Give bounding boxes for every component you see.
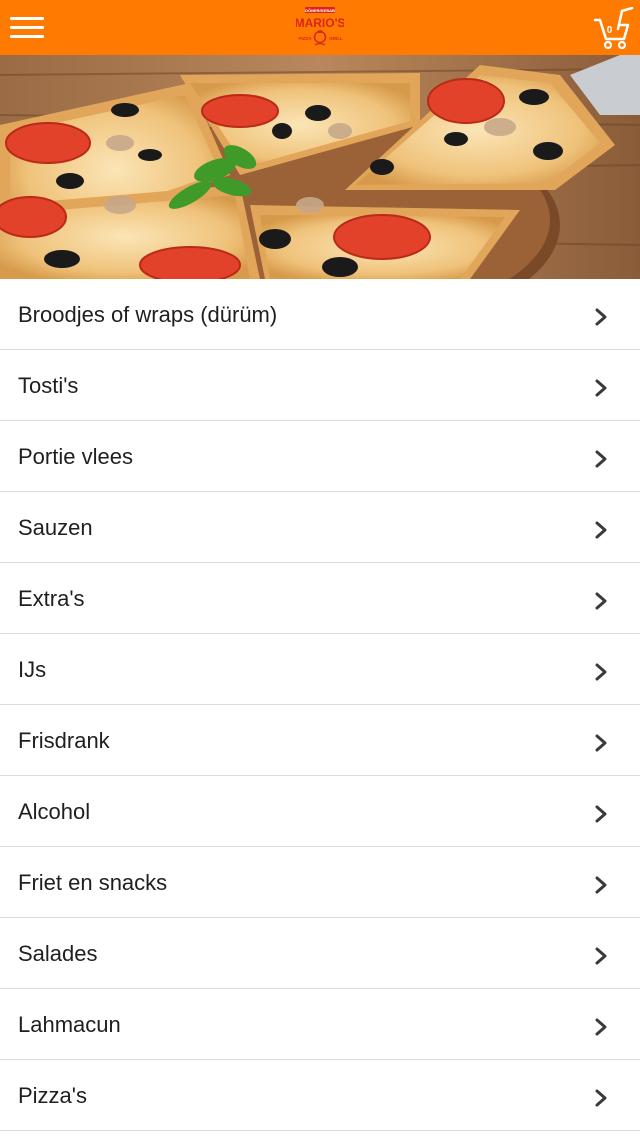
category-label: IJs	[18, 657, 47, 682]
svg-text:DÖNER/KEBAB: DÖNER/KEBAB	[305, 8, 335, 13]
category-list: Broodjes of wraps (dürüm) Tosti's Portie…	[0, 279, 640, 1131]
marios-logo[interactable]: DÖNER/KEBAB MARIO'S PIZZA GRILL	[296, 6, 344, 50]
category-item[interactable]: Portie vlees	[0, 421, 640, 492]
chevron-right-icon	[595, 1089, 607, 1107]
chef-icon	[313, 30, 327, 44]
svg-text:PIZZA: PIZZA	[299, 36, 313, 41]
category-label: Salades	[18, 941, 98, 966]
hero-banner-pizza-photo	[0, 55, 640, 279]
chevron-right-icon	[595, 1018, 607, 1036]
chevron-right-icon	[595, 308, 607, 326]
category-label: Lahmacun	[18, 1012, 121, 1037]
category-label: Sauzen	[18, 515, 93, 540]
category-item[interactable]: Sauzen	[0, 492, 640, 563]
category-item[interactable]: Alcohol	[0, 776, 640, 847]
chevron-right-icon	[595, 379, 607, 397]
hamburger-menu-icon[interactable]	[10, 17, 44, 39]
chevron-right-icon	[595, 805, 607, 823]
chevron-right-icon	[595, 734, 607, 752]
category-item[interactable]: Salades	[0, 918, 640, 989]
chevron-right-icon	[595, 592, 607, 610]
category-label: Pizza's	[18, 1083, 87, 1108]
category-label: Broodjes of wraps (dürüm)	[18, 302, 278, 327]
category-item[interactable]: Frisdrank	[0, 705, 640, 776]
logo-text: MARIO'S	[296, 16, 344, 30]
category-label: Tosti's	[18, 373, 79, 398]
header-bar: DÖNER/KEBAB MARIO'S PIZZA GRILL 0	[0, 0, 640, 55]
chevron-right-icon	[595, 663, 607, 681]
category-label: Extra's	[18, 586, 85, 611]
category-item[interactable]: Lahmacun	[0, 989, 640, 1060]
category-item[interactable]: Extra's	[0, 563, 640, 634]
chevron-right-icon	[595, 876, 607, 894]
category-item[interactable]: Tosti's	[0, 350, 640, 421]
chevron-right-icon	[595, 947, 607, 965]
shopping-cart-icon[interactable]: 0	[592, 7, 636, 49]
category-item[interactable]: Friet en snacks	[0, 847, 640, 918]
category-item[interactable]: Broodjes of wraps (dürüm)	[0, 279, 640, 350]
chevron-right-icon	[595, 521, 607, 539]
svg-text:GRILL: GRILL	[329, 36, 343, 41]
category-label: Portie vlees	[18, 444, 133, 469]
category-item[interactable]: IJs	[0, 634, 640, 705]
category-label: Frisdrank	[18, 728, 110, 753]
cart-count-badge: 0	[607, 25, 613, 36]
category-label: Friet en snacks	[18, 870, 168, 895]
chevron-right-icon	[595, 450, 607, 468]
category-item[interactable]: Pizza's	[0, 1060, 640, 1131]
category-label: Alcohol	[18, 799, 91, 824]
